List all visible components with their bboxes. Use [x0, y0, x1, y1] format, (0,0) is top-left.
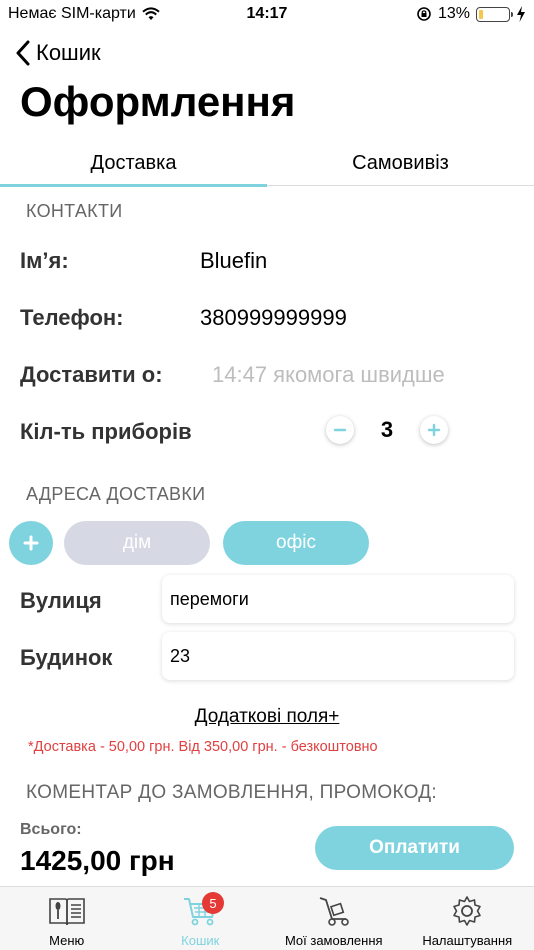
minus-icon [333, 428, 347, 432]
charging-bolt-icon [517, 6, 525, 22]
tabbar-item-cart[interactable]: Кошик [134, 887, 268, 950]
delivery-note: *Доставка - 50,00 грн. Від 350,00 грн. -… [28, 739, 378, 755]
pay-button[interactable]: Оплатити [315, 826, 514, 870]
cutlery-count: 3 [380, 417, 394, 442]
tab-delivery[interactable]: Доставка [0, 140, 267, 187]
menu-book-icon [48, 898, 85, 926]
address-header: АДРЕСА ДОСТАВКИ [26, 484, 206, 504]
tabbar-item-menu[interactable]: Меню [0, 887, 134, 950]
back-button[interactable]: Кошик [16, 40, 101, 66]
bottom-tab-bar: Меню Кошик Мої замовлення Налаштування [0, 886, 534, 950]
status-bar: Немає SIM-карти 14:17 13% [0, 0, 534, 30]
orientation-lock-icon [417, 7, 431, 21]
tabbar-label-orders: Мої замовлення [284, 933, 383, 948]
house-field[interactable]: 23 [162, 632, 514, 680]
address-chip-home[interactable]: дім [64, 521, 210, 565]
plus-icon [427, 423, 441, 437]
cutlery-label: Кіл-ть приборів [20, 419, 192, 444]
name-label: Ім’я: [20, 248, 69, 273]
delivery-cart-icon [319, 897, 349, 926]
plus-icon [23, 535, 39, 551]
name-value[interactable]: Bluefin [200, 248, 267, 274]
battery-percent: 13% [437, 5, 470, 22]
status-right: 13% [416, 5, 526, 23]
tabbar-label-menu: Меню [49, 933, 85, 948]
tabbar-label-cart: Кошик [181, 933, 220, 948]
total-value: 1425,00 грн [20, 845, 175, 876]
back-label: Кошик [36, 40, 101, 65]
cutlery-stepper: 3 [326, 416, 448, 444]
street-label: Вулиця [20, 588, 102, 613]
delivery-tabs: Доставка Самовивіз [0, 140, 534, 187]
decrement-button[interactable] [326, 416, 354, 444]
total-label: Всього: [20, 821, 82, 838]
contacts-header: КОНТАКТИ [26, 201, 123, 221]
phone-value[interactable]: 380999999999 [200, 305, 347, 331]
deliver-time-field[interactable]: 14:47 якомога швидше [212, 362, 445, 388]
deliver-time-label: Доставити о: [20, 362, 163, 387]
extra-fields-link[interactable]: Додаткові поля+ [0, 706, 534, 728]
cart-badge: 5 [202, 892, 224, 914]
increment-button[interactable] [420, 416, 448, 444]
comment-header[interactable]: КОМЕНТАР ДО ЗАМОВЛЕННЯ, ПРОМОКОД: [26, 782, 437, 804]
tabbar-item-orders[interactable]: Мої замовлення [267, 887, 401, 950]
tab-pickup[interactable]: Самовивіз [267, 140, 534, 186]
tabbar-label-settings: Налаштування [422, 933, 513, 948]
chevron-left-icon [16, 40, 30, 66]
street-field[interactable]: перемоги [162, 575, 514, 623]
page-title: Оформлення [20, 78, 296, 125]
add-address-button[interactable] [9, 521, 53, 565]
tabbar-item-settings[interactable]: Налаштування [401, 887, 534, 950]
gear-icon [453, 896, 482, 926]
battery-fill [479, 9, 483, 19]
house-label: Будинок [20, 645, 113, 670]
phone-label: Телефон: [20, 305, 124, 330]
address-chip-office[interactable]: офіс [223, 521, 369, 565]
battery-icon [476, 6, 513, 22]
